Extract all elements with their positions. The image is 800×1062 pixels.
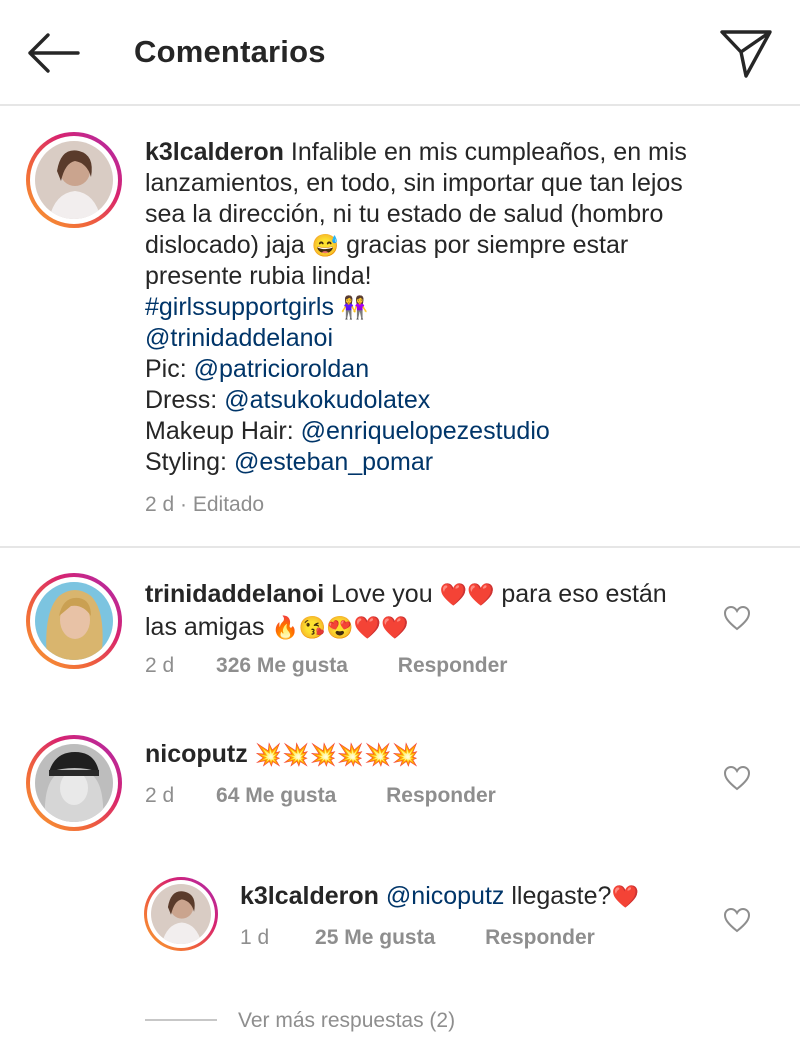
avatar-photo <box>35 744 113 822</box>
heart-outline-icon <box>723 605 751 631</box>
comment-meta: 2 d 64 Me gusta Responder <box>145 784 496 808</box>
reply-text: k3lcalderon @nicoputz llegaste?❤️ <box>240 880 710 913</box>
caption-line: sea la dirección, ni tu estado de salud … <box>145 200 664 228</box>
hashtag-link[interactable]: #girlssupportgirls <box>145 293 334 321</box>
caption-text: k3lcalderon Infalible en mis cumpleaños,… <box>145 137 775 478</box>
collision-emojis: 💥💥💥💥💥💥 <box>254 742 420 767</box>
reply-time: 1 d <box>240 926 270 949</box>
mention-link[interactable]: @patricioroldan <box>194 355 369 383</box>
two-women-emoji: 👭 <box>340 295 369 320</box>
mention-link[interactable]: @nicoputz <box>386 882 505 910</box>
comment-text: trinidaddelanoi Love you ❤️❤️ para eso e… <box>145 578 705 644</box>
share-button[interactable] <box>716 24 776 82</box>
replies-divider <box>145 1019 217 1021</box>
heart-outline-icon <box>723 907 751 933</box>
mention-link[interactable]: @esteban_pomar <box>234 448 433 476</box>
back-button[interactable] <box>22 28 82 78</box>
caption-line: presente rubia linda! <box>145 262 372 290</box>
comment-meta: 2 d 326 Me gusta Responder <box>145 654 507 678</box>
likes-count[interactable]: 64 Me gusta <box>216 784 336 807</box>
credit-label: Pic: <box>145 355 187 383</box>
likes-count[interactable]: 25 Me gusta <box>315 926 435 949</box>
like-button[interactable] <box>720 601 754 635</box>
comment-username[interactable]: nicoputz <box>145 740 248 768</box>
reaction-emojis: 🔥😘😍❤️❤️ <box>271 615 409 640</box>
comment-text: nicoputz 💥💥💥💥💥💥 <box>145 738 705 771</box>
mention-link[interactable]: @enriquelopezestudio <box>301 417 550 445</box>
comment-body: Love you <box>331 580 433 608</box>
heart-emoji: ❤️ <box>611 884 639 909</box>
comment-body: las amigas <box>145 613 265 641</box>
credit-label: Makeup Hair: <box>145 417 294 445</box>
comment-time: 2 d <box>145 784 175 807</box>
comment-body: para eso están <box>501 580 667 608</box>
hearts-emoji: ❤️❤️ <box>439 582 495 607</box>
credit-label: Dress: <box>145 386 218 414</box>
reply-body: llegaste? <box>511 882 612 910</box>
mention-link[interactable]: @trinidaddelanoi <box>145 324 333 352</box>
reply-meta: 1 d 25 Me gusta Responder <box>240 926 595 950</box>
caption-meta: 2 d · Editado <box>145 493 264 517</box>
caption-line: Infalible en mis cumpleaños, en mis <box>290 138 687 166</box>
view-more-replies-button[interactable]: Ver más respuestas (2) <box>238 1009 455 1033</box>
reply-button[interactable]: Responder <box>386 784 496 807</box>
heart-outline-icon <box>723 765 751 791</box>
top-bar: Comentarios <box>0 0 800 106</box>
reply-button[interactable]: Responder <box>398 654 508 677</box>
divider <box>0 546 800 548</box>
reply-button[interactable]: Responder <box>485 926 595 949</box>
arrow-left-icon <box>28 33 80 73</box>
comment-time: 2 d <box>145 654 175 677</box>
comment-avatar[interactable] <box>26 573 122 669</box>
avatar-photo <box>151 884 211 944</box>
caption-line: gracias por siempre estar <box>346 231 629 259</box>
avatar-photo <box>35 141 113 219</box>
comment-avatar[interactable] <box>26 735 122 831</box>
caption-time: 2 d <box>145 493 175 516</box>
likes-count[interactable]: 326 Me gusta <box>216 654 348 677</box>
comment-username[interactable]: trinidaddelanoi <box>145 580 324 608</box>
caption-username[interactable]: k3lcalderon <box>145 138 284 166</box>
credit-label: Styling: <box>145 448 227 476</box>
caption-line: dislocado) jaja <box>145 231 305 259</box>
edited-label: · Editado <box>180 493 265 516</box>
avatar-photo <box>35 582 113 660</box>
sweat-smile-emoji: 😅 <box>311 233 340 258</box>
page-title: Comentarios <box>134 34 326 69</box>
reply-avatar[interactable] <box>144 877 218 951</box>
reply-username[interactable]: k3lcalderon <box>240 882 379 910</box>
caption-avatar[interactable] <box>26 132 122 228</box>
mention-link[interactable]: @atsukokudolatex <box>224 386 430 414</box>
like-button[interactable] <box>720 761 754 795</box>
caption-line: lanzamientos, en todo, sin importar que … <box>145 169 683 197</box>
paper-plane-icon <box>720 30 772 78</box>
like-button[interactable] <box>720 903 754 937</box>
